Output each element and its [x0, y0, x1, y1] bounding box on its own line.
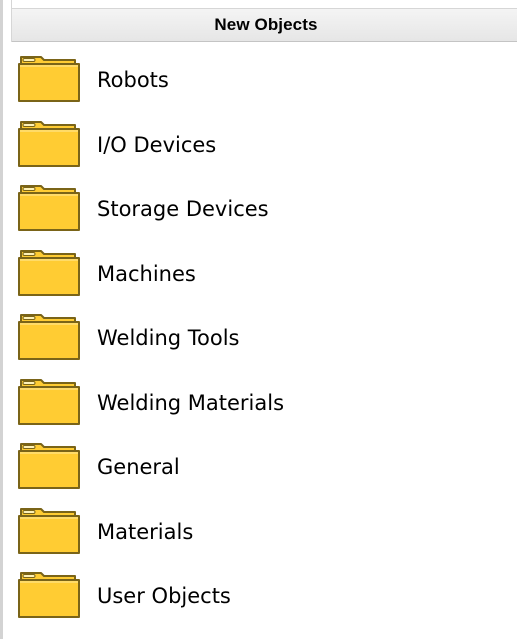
category-label: Welding Materials [97, 390, 285, 415]
folder-icon [18, 56, 80, 103]
category-label: Robots [97, 68, 169, 93]
category-label: Welding Tools [97, 326, 240, 351]
category-item-materials[interactable]: Materials [17, 500, 497, 565]
category-item-user-objects[interactable]: User Objects [17, 564, 497, 629]
category-label: General [97, 455, 180, 480]
folder-icon [18, 443, 80, 490]
category-item-welding-materials[interactable]: Welding Materials [17, 371, 497, 436]
category-item-machines[interactable]: Machines [17, 242, 497, 307]
category-label: User Objects [97, 584, 231, 609]
category-item-general[interactable]: General [17, 435, 497, 500]
category-item-storage-devices[interactable]: Storage Devices [17, 177, 497, 242]
category-label: I/O Devices [97, 132, 217, 157]
category-label: Storage Devices [97, 197, 269, 222]
folder-icon [18, 378, 80, 425]
folder-icon [18, 572, 80, 619]
category-item-io-devices[interactable]: I/O Devices [17, 113, 497, 178]
category-item-robots[interactable]: Robots [17, 48, 497, 113]
new-objects-panel: New Objects Robots I/O Devices Storage D… [0, 0, 517, 639]
object-category-list: Robots I/O Devices Storage Devices Machi… [17, 48, 497, 629]
folder-icon [18, 185, 80, 232]
folder-icon [18, 249, 80, 296]
folder-icon [18, 314, 80, 361]
header-left-cap [3, 0, 12, 42]
folder-icon [18, 120, 80, 167]
category-label: Materials [97, 519, 194, 544]
category-item-welding-tools[interactable]: Welding Tools [17, 306, 497, 371]
folder-icon [18, 507, 80, 554]
panel-header: New Objects [12, 8, 517, 42]
category-label: Machines [97, 261, 196, 286]
panel-title: New Objects [214, 15, 318, 34]
